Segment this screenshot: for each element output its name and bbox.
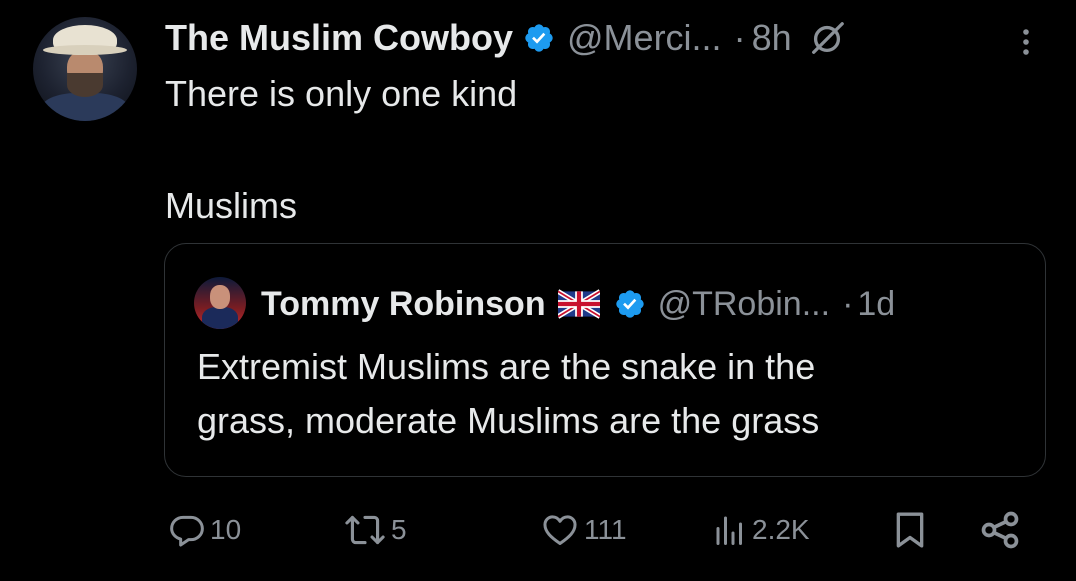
author-handle[interactable]: @Merci... [567, 17, 722, 59]
verified-badge-icon [615, 290, 644, 318]
share-icon [981, 511, 1019, 549]
post-time[interactable]: 8h [752, 17, 792, 59]
post-header: The Muslim Cowboy @Merci... · 8h [165, 12, 846, 64]
views-count: 2.2K [752, 514, 810, 545]
heart-icon [543, 515, 577, 545]
views-button[interactable]: 2.2K [712, 506, 810, 554]
repost-count: 5 [391, 514, 407, 545]
quoted-post[interactable]: Tommy Robinson @TRobin... · 1d Extremist… [164, 243, 1046, 477]
grok-icon[interactable] [808, 19, 846, 57]
repost-icon [345, 515, 385, 545]
reply-count: 10 [210, 514, 242, 545]
like-button[interactable]: 111 [540, 506, 627, 554]
like-count: 111 [584, 514, 627, 545]
views-icon [716, 516, 742, 545]
repost-button[interactable]: 5 [343, 506, 407, 554]
bookmark-icon [896, 512, 924, 548]
reply-icon [170, 515, 204, 547]
quoted-post-time: 1d [857, 284, 896, 323]
reply-button[interactable]: 10 [168, 506, 241, 554]
quoted-author-name: Tommy Robinson [261, 284, 546, 323]
quoted-author-avatar [194, 277, 246, 329]
separator-dot: · [733, 17, 746, 58]
quoted-post-header: Tommy Robinson @TRobin... · 1d [261, 278, 895, 330]
author-name[interactable]: The Muslim Cowboy [165, 17, 513, 59]
share-button[interactable] [978, 506, 1022, 554]
separator-dot: · [842, 284, 854, 323]
quoted-post-text: Extremist Muslims are the snake in the g… [197, 346, 820, 441]
author-avatar[interactable] [33, 17, 137, 121]
quoted-author-handle: @TRobin... [657, 284, 831, 323]
post-text: There is only one kind Muslims [165, 73, 518, 226]
verified-badge-icon [525, 24, 553, 52]
bookmark-button[interactable] [890, 506, 930, 554]
uk-flag-icon [557, 289, 600, 319]
more-vertical-icon[interactable] [1014, 22, 1038, 62]
